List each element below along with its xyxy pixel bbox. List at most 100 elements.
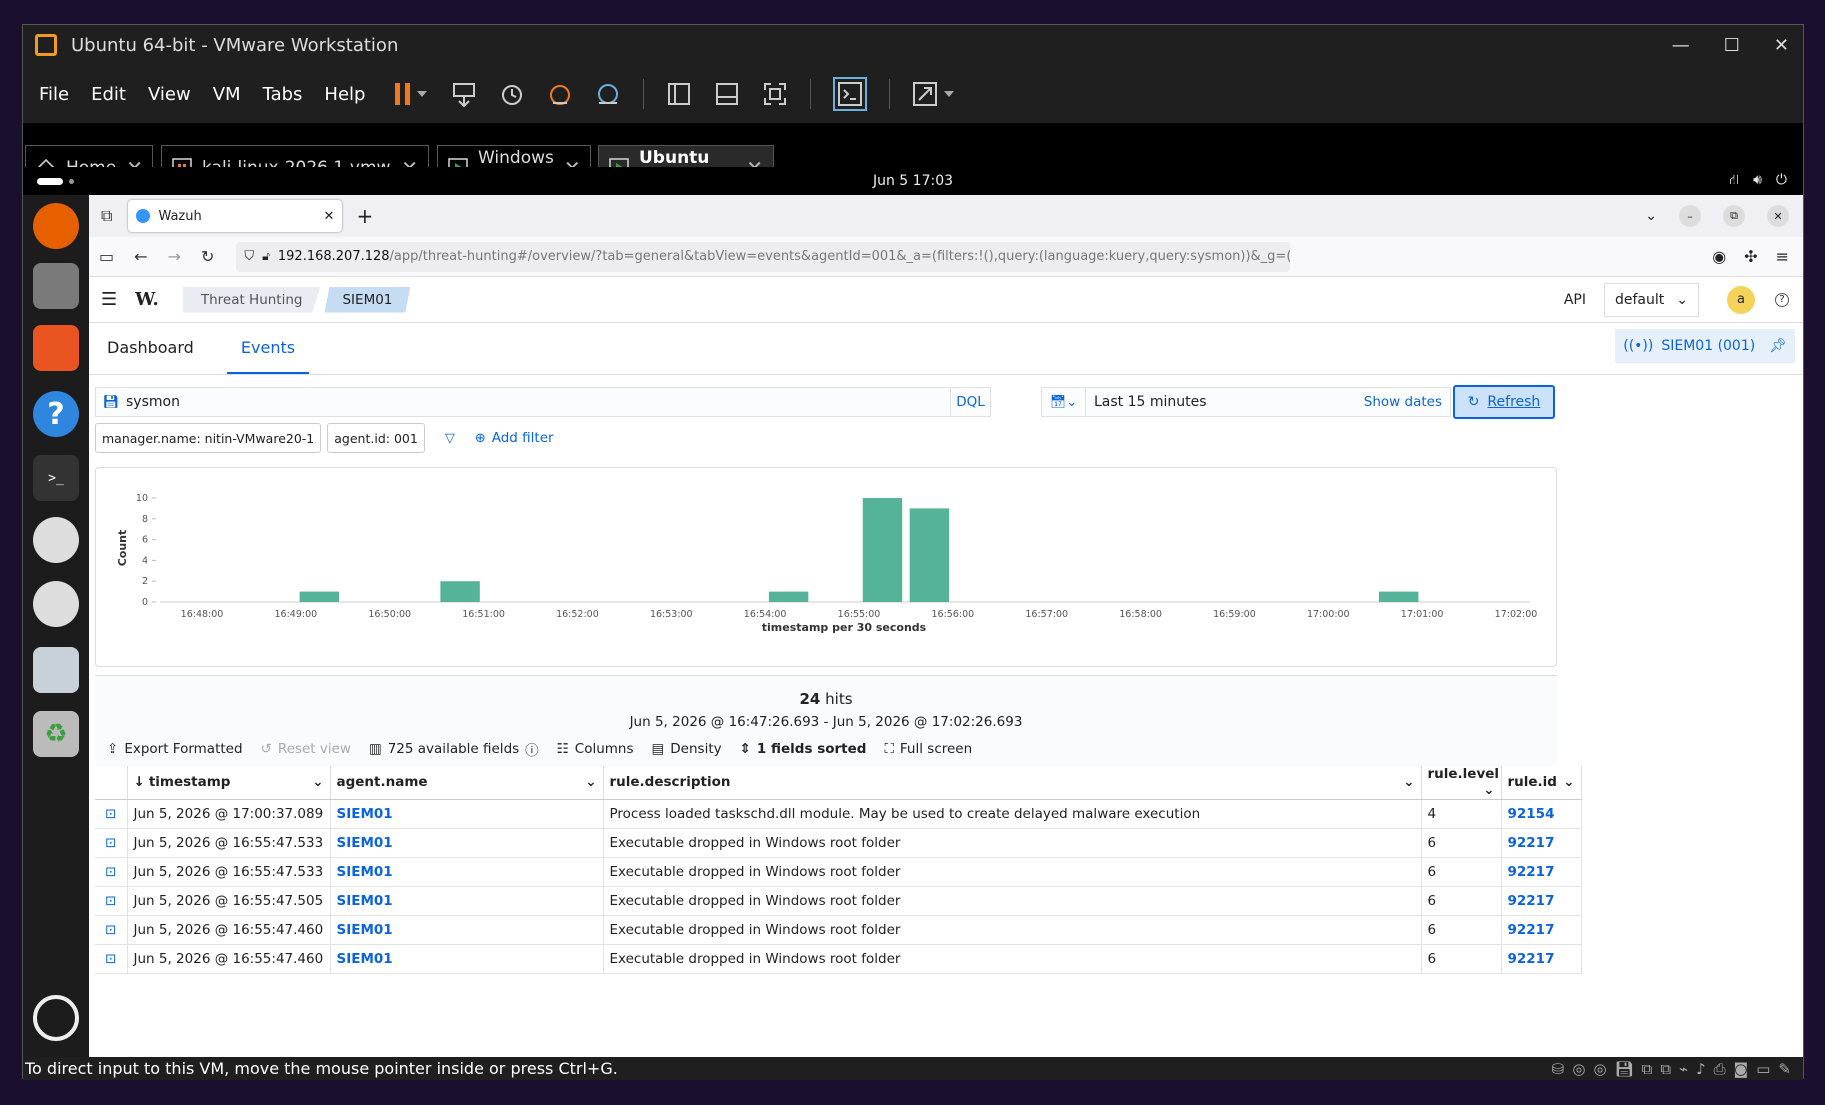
menu-view[interactable]: View — [148, 84, 191, 105]
lock-icon[interactable]: 🔓︎ — [262, 249, 270, 264]
header-rule-description[interactable]: rule.description ⌄ — [603, 766, 1422, 800]
forward-icon[interactable]: → — [168, 247, 181, 266]
display-icon[interactable]: ▭ — [1756, 1060, 1770, 1078]
refresh-button[interactable]: ↻ Refresh — [1453, 385, 1555, 419]
help-icon[interactable]: ? — [33, 391, 79, 437]
avatar[interactable]: a — [1727, 285, 1755, 314]
agent-pill[interactable]: ((•)) SIEM01 (001) 📌︎ — [1615, 329, 1795, 363]
firefox-icon[interactable] — [33, 203, 79, 249]
breadcrumb-threat-hunting[interactable]: Threat Hunting — [182, 286, 321, 313]
network-adapter-icon[interactable]: ⧉ — [1642, 1060, 1653, 1078]
expand-row-icon[interactable]: ⊡ — [95, 857, 128, 887]
revert-snapshot-icon[interactable] — [547, 81, 573, 107]
fullscreen-button[interactable]: ⛶ Full screen — [884, 741, 972, 757]
histogram-bar[interactable] — [440, 581, 480, 602]
cell-agent-name[interactable]: SIEM01 — [330, 944, 604, 974]
library-view-icon[interactable] — [666, 81, 692, 107]
menu-file[interactable]: File — [39, 84, 69, 105]
full-screen-icon[interactable] — [762, 81, 788, 107]
cell-rule-id[interactable]: 92217 — [1501, 828, 1582, 858]
histogram-bar[interactable] — [1378, 591, 1419, 602]
histogram-bar[interactable] — [299, 591, 340, 602]
files-icon[interactable] — [33, 263, 79, 309]
snapshot-manager-icon[interactable] — [595, 81, 621, 107]
stretch-guest-icon[interactable] — [912, 81, 956, 107]
histogram-chart[interactable]: 0 2 4 6 8 10 16:48:00 16:49:00 16:50:00 16:51:00… — [96, 468, 1558, 668]
wazuh-logo[interactable]: W. — [135, 289, 159, 310]
disc-icon[interactable] — [33, 517, 79, 563]
search-input[interactable]: sysmon — [126, 394, 950, 410]
network-adapter-icon[interactable]: ⧉ — [1660, 1060, 1671, 1078]
disc-icon[interactable] — [33, 581, 79, 627]
menu-edit[interactable]: Edit — [91, 84, 126, 105]
table-row[interactable]: ⊡ Jun 5, 2026 @ 16:55:47.505 SIEM01 Executa… — [95, 886, 1582, 916]
expand-row-icon[interactable]: ⊡ — [95, 799, 128, 829]
trash-icon[interactable]: ♻ — [33, 711, 79, 757]
send-ctrl-alt-del-icon[interactable] — [451, 81, 477, 107]
usb-icon[interactable]: ⌁ — [1679, 1060, 1688, 1078]
console-view-icon[interactable] — [833, 77, 868, 111]
header-timestamp[interactable]: ↓ timestamp ⌄ — [127, 766, 331, 800]
filter-chip-manager[interactable]: manager.name: nitin-VMware20-1 — [95, 423, 322, 453]
breadcrumb-agent[interactable]: SIEM01 — [324, 286, 411, 313]
browser-tab-wazuh[interactable]: Wazuh ✕ — [128, 200, 343, 232]
expand-row-icon[interactable]: ⊡ — [95, 915, 128, 945]
time-range[interactable]: Last 15 minutes — [1094, 394, 1207, 410]
account-icon[interactable]: ◉ — [1712, 247, 1726, 266]
table-row[interactable]: ⊡ Jun 5, 2026 @ 16:55:47.533 SIEM01 Executa… — [95, 828, 1582, 858]
cell-agent-name[interactable]: SIEM01 — [330, 915, 604, 945]
power-icon[interactable]: ⏻ — [1776, 172, 1787, 190]
message-icon[interactable]: ✎ — [1778, 1060, 1791, 1078]
camera-icon[interactable]: ◙ — [1734, 1060, 1749, 1078]
floppy-icon[interactable]: 💾︎ — [1615, 1060, 1634, 1078]
maximize-icon[interactable]: ☐ — [1724, 35, 1740, 56]
show-apps-icon[interactable] — [33, 995, 79, 1041]
menu-vm[interactable]: VM — [213, 84, 241, 105]
histogram-bar[interactable] — [862, 498, 903, 602]
header-agent-name[interactable]: agent.name ⌄ — [330, 766, 604, 800]
sound-icon[interactable]: ♪ — [1696, 1060, 1706, 1078]
help-icon[interactable]: ? — [1775, 292, 1789, 307]
minimize-icon[interactable]: – — [1679, 205, 1701, 227]
add-filter-icon[interactable]: ⊕ — [475, 431, 486, 446]
cell-agent-name[interactable]: SIEM01 — [330, 857, 604, 887]
tab-manager-icon[interactable]: ⧉ — [101, 206, 112, 226]
close-icon[interactable]: ✕ — [1767, 205, 1789, 227]
expand-row-icon[interactable]: ⊡ — [95, 944, 128, 974]
saved-queries-icon[interactable]: 💾︎ — [96, 395, 126, 410]
header-rule-id[interactable]: rule.id ⌄ — [1501, 766, 1582, 800]
list-tabs-icon[interactable]: ⌄ — [1645, 208, 1657, 224]
extensions-icon[interactable]: ✣ — [1744, 247, 1757, 266]
reload-icon[interactable]: ↻ — [201, 247, 214, 266]
cd-icon[interactable]: ◎ — [1572, 1060, 1585, 1078]
available-fields[interactable]: ▥ 725 available fields ⓘ — [369, 739, 539, 759]
expand-row-icon[interactable]: ⊡ — [95, 828, 128, 858]
drive-icon[interactable] — [33, 647, 79, 693]
cell-rule-id[interactable]: 92217 — [1501, 857, 1582, 887]
cell-rule-id[interactable]: 92217 — [1501, 886, 1582, 916]
new-tab-icon[interactable]: + — [356, 204, 373, 228]
sort-button[interactable]: ⇕ 1 fields sorted — [740, 741, 867, 757]
filter-icon[interactable]: ▽ — [445, 431, 455, 446]
cell-agent-name[interactable]: SIEM01 — [330, 828, 604, 858]
dql-button[interactable]: DQL — [950, 388, 990, 416]
tab-events[interactable]: Events — [226, 324, 310, 374]
density-button[interactable]: ▤ Density — [652, 741, 722, 757]
add-filter-button[interactable]: Add filter — [492, 430, 554, 446]
histogram-bar[interactable] — [768, 591, 809, 602]
cell-agent-name[interactable]: SIEM01 — [330, 799, 604, 829]
menu-tabs[interactable]: Tabs — [263, 84, 303, 105]
minimize-icon[interactable]: — — [1672, 35, 1690, 56]
expand-row-icon[interactable]: ⊡ — [95, 886, 128, 916]
back-icon[interactable]: ← — [134, 247, 147, 266]
cell-agent-name[interactable]: SIEM01 — [330, 886, 604, 916]
app-center-icon[interactable] — [33, 325, 79, 371]
table-row[interactable]: ⊡ Jun 5, 2026 @ 16:55:47.460 SIEM01 Executa… — [95, 944, 1582, 974]
histogram-bar[interactable] — [909, 508, 950, 602]
clock[interactable]: Jun 5 17:03 — [873, 173, 953, 189]
shield-icon[interactable]: ⛉ — [244, 249, 254, 264]
activities-indicator-icon[interactable] — [37, 177, 63, 185]
restore-icon[interactable]: ⧉ — [1723, 205, 1745, 227]
cell-rule-id[interactable]: 92217 — [1501, 915, 1582, 945]
menu-help[interactable]: Help — [324, 84, 365, 105]
